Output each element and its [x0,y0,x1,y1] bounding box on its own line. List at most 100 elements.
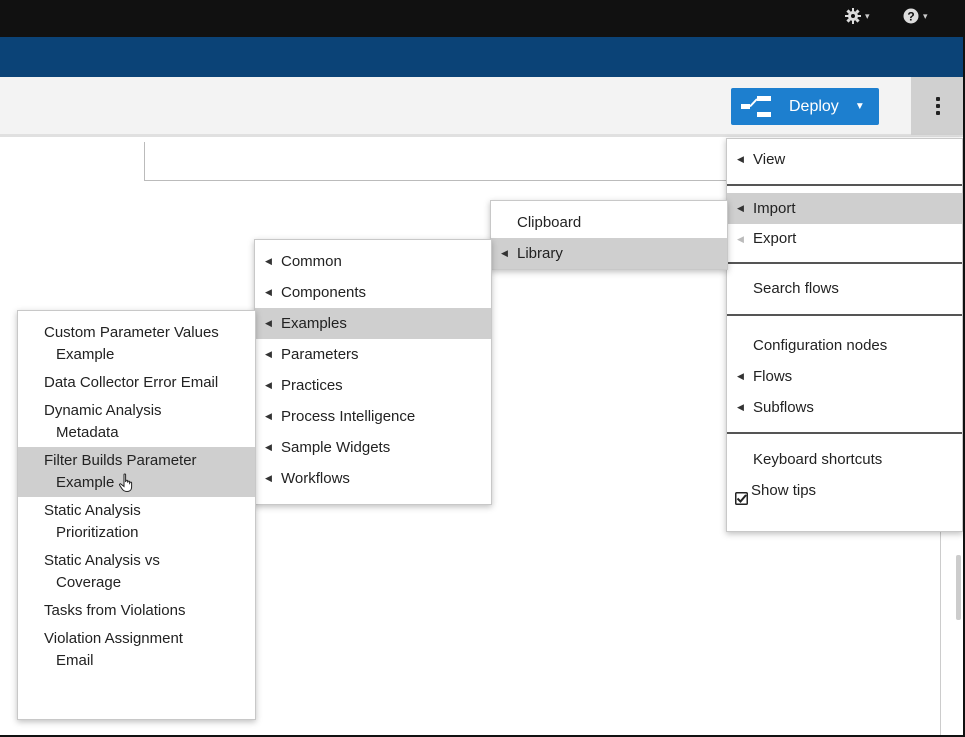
library-submenu: ◀ Common ◀ Components ◀ Examples ◀ Param… [254,239,492,505]
workspace-tab[interactable] [0,142,145,181]
menu-item-tasks-from-violations[interactable]: Tasks from Violations [18,597,255,625]
menu-item-label-line2: Coverage [56,574,122,591]
menu-item-label: Flows [753,368,793,385]
menu-item-label: Sample Widgets [281,439,391,456]
menu-item-common[interactable]: ◀ Common [255,246,491,277]
menu-item-filter-builds-parameter-example[interactable]: Filter Builds Parameter Example [18,447,255,497]
caret-left-icon: ◀ [265,442,272,452]
menu-item-data-collector-error-email[interactable]: Data Collector Error Email [18,369,255,397]
main-dropdown-menu: ◀ View ◀ Import ◀ Export Search flows Co… [726,138,963,532]
caret-left-icon: ◀ [737,154,744,164]
caret-left-icon: ◀ [737,234,744,244]
menu-item-parameters[interactable]: ◀ Parameters [255,339,491,370]
caret-left-icon: ◀ [737,203,744,213]
checkbox-checked-icon[interactable] [735,485,748,505]
caret-left-icon: ◀ [265,318,272,328]
svg-text:?: ? [907,10,914,24]
chevron-down-icon: ▾ [865,10,870,21]
caret-left-icon: ◀ [265,380,272,390]
menu-item-search-flows[interactable]: Search flows [727,273,962,304]
caret-left-icon: ◀ [265,349,272,359]
main-menu-button[interactable] [911,77,965,135]
menu-item-label: Parameters [281,346,359,363]
menu-item-label: Dynamic Analysis [44,402,162,419]
menu-item-label: Subflows [753,399,814,416]
menu-item-library[interactable]: ◀ Library [491,238,727,269]
menu-item-label: Workflows [281,470,350,487]
caret-left-icon: ◀ [265,473,272,483]
menu-item-label: Keyboard shortcuts [753,451,883,468]
menu-item-label: View [753,151,786,168]
menu-divider [727,314,962,316]
menu-item-label: Practices [281,377,343,394]
menu-item-label: Search flows [753,280,839,297]
scrollbar-thumb[interactable] [956,555,961,620]
menu-item-dynamic-analysis-metadata[interactable]: Dynamic Analysis Metadata [18,397,255,447]
caret-left-icon: ◀ [265,256,272,266]
menu-item-process-intelligence[interactable]: ◀ Process Intelligence [255,401,491,432]
menu-item-label: Examples [281,315,347,332]
menu-divider [727,184,962,186]
menu-item-static-analysis-prioritization[interactable]: Static Analysis Prioritization [18,497,255,547]
menu-item-label: Tasks from Violations [44,602,186,619]
menu-item-configuration-nodes[interactable]: Configuration nodes [727,330,962,361]
menu-item-label: Clipboard [517,214,582,231]
menu-item-export[interactable]: ◀ Export [727,224,962,254]
menu-item-label: Filter Builds Parameter [44,452,197,469]
menu-divider [727,432,962,434]
menu-item-clipboard[interactable]: Clipboard [491,207,727,238]
menu-divider [727,262,962,264]
help-menu-button[interactable]: ? ▾ [903,8,928,24]
menu-item-label: Import [753,200,796,217]
import-submenu: Clipboard ◀ Library [490,200,728,270]
caret-left-icon: ◀ [501,248,508,258]
menu-item-flows[interactable]: ◀ Flows [727,361,962,392]
menu-item-workflows[interactable]: ◀ Workflows [255,463,491,494]
menu-item-label: Data Collector Error Email [44,374,219,391]
settings-menu-button[interactable]: ▾ [845,8,870,24]
menu-item-label: Configuration nodes [753,337,888,354]
menu-item-components[interactable]: ◀ Components [255,277,491,308]
menu-kebab-icon [936,97,940,101]
menu-item-examples[interactable]: ◀ Examples [255,308,491,339]
caret-left-icon: ◀ [265,411,272,421]
menu-item-sample-widgets[interactable]: ◀ Sample Widgets [255,432,491,463]
menu-item-view[interactable]: ◀ View [727,144,962,175]
menu-item-label: Export [753,230,797,247]
menu-item-label: Components [281,284,367,301]
brand-bar [0,37,965,77]
menu-item-show-tips[interactable]: Show tips [727,475,962,506]
menu-item-subflows[interactable]: ◀ Subflows [727,392,962,423]
chevron-down-icon[interactable]: ▼ [855,101,865,112]
menu-item-custom-parameter-values-example[interactable]: Custom Parameter Values Example [18,319,255,369]
menu-item-label-line2: Email [56,652,94,669]
examples-submenu: Custom Parameter Values Example Data Col… [17,310,256,720]
menu-item-keyboard-shortcuts[interactable]: Keyboard shortcuts [727,444,962,475]
menu-item-violation-assignment-email[interactable]: Violation Assignment Email [18,625,255,675]
chevron-down-icon: ▾ [923,10,928,21]
deploy-label: Deploy [789,97,839,115]
caret-left-icon: ◀ [737,371,744,381]
gear-icon [845,8,861,24]
menu-item-label: Process Intelligence [281,408,416,425]
caret-left-icon: ◀ [265,287,272,297]
menu-item-import[interactable]: ◀ Import [727,193,962,224]
menu-item-label: Static Analysis [44,502,141,519]
menu-item-label: Library [517,245,563,262]
menu-item-label: Static Analysis vs [44,552,160,569]
menu-item-label: Show tips [751,482,817,499]
menu-item-label: Common [281,253,342,270]
menu-item-label: Violation Assignment [44,630,183,647]
menu-item-label-line2: Metadata [56,424,119,441]
menu-item-label-line2: Prioritization [56,524,139,541]
menu-item-label-line2: Example [56,474,115,491]
hand-pointer-cursor-icon [119,473,133,493]
top-header-bar: ▾ ? ▾ [0,0,965,37]
menu-item-label-line2: Example [56,346,115,363]
menu-item-practices[interactable]: ◀ Practices [255,370,491,401]
help-icon: ? [903,8,919,24]
menu-item-static-analysis-vs-coverage[interactable]: Static Analysis vs Coverage [18,547,255,597]
caret-left-icon: ◀ [737,402,744,412]
deploy-button[interactable]: Deploy ▼ [731,88,879,125]
menu-item-label: Custom Parameter Values [44,324,219,341]
